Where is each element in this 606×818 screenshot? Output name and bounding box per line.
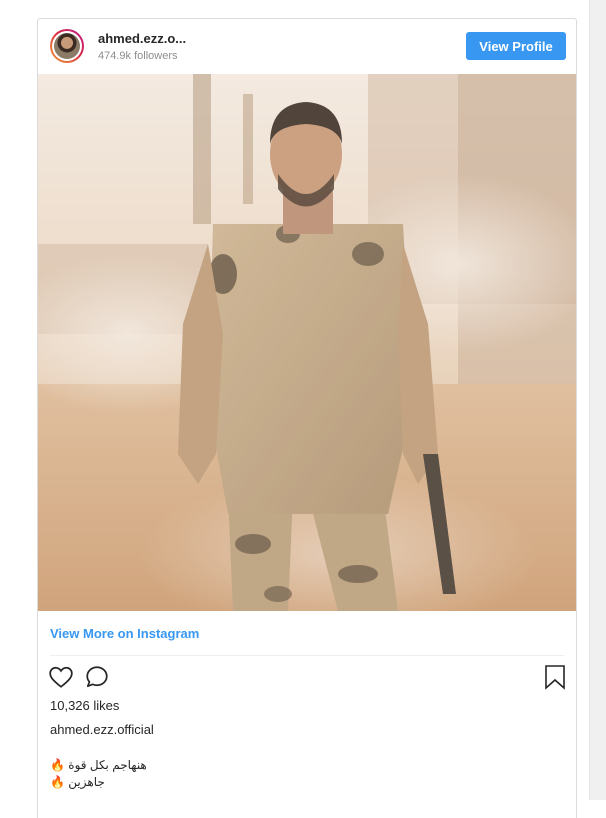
- bookmark-icon[interactable]: [543, 664, 567, 690]
- heart-icon[interactable]: [48, 664, 74, 690]
- view-profile-button[interactable]: View Profile: [466, 32, 566, 60]
- like-count: 10,326 likes: [50, 698, 120, 713]
- username[interactable]: ahmed.ezz.o...: [98, 31, 186, 46]
- divider: [50, 655, 564, 656]
- avatar-photo: [54, 33, 80, 59]
- instagram-embed-card: ahmed.ezz.o... 474.9k followers View Pro…: [37, 18, 577, 818]
- post-photo[interactable]: [38, 74, 576, 611]
- follower-count: 474.9k followers: [98, 50, 178, 62]
- page-scrollbar[interactable]: [589, 0, 606, 800]
- post-caption: هنهاجم بكل قوة 🔥 جاهزين 🔥: [50, 757, 147, 791]
- post-owner-username[interactable]: ahmed.ezz.official: [50, 722, 154, 737]
- avatar[interactable]: [50, 29, 84, 63]
- caption-line: جاهزين 🔥: [50, 775, 105, 789]
- caption-line: هنهاجم بكل قوة 🔥: [50, 758, 147, 772]
- post-header: ahmed.ezz.o... 474.9k followers View Pro…: [38, 19, 576, 74]
- comment-icon[interactable]: [84, 664, 110, 690]
- view-more-on-instagram-link[interactable]: View More on Instagram: [50, 626, 199, 641]
